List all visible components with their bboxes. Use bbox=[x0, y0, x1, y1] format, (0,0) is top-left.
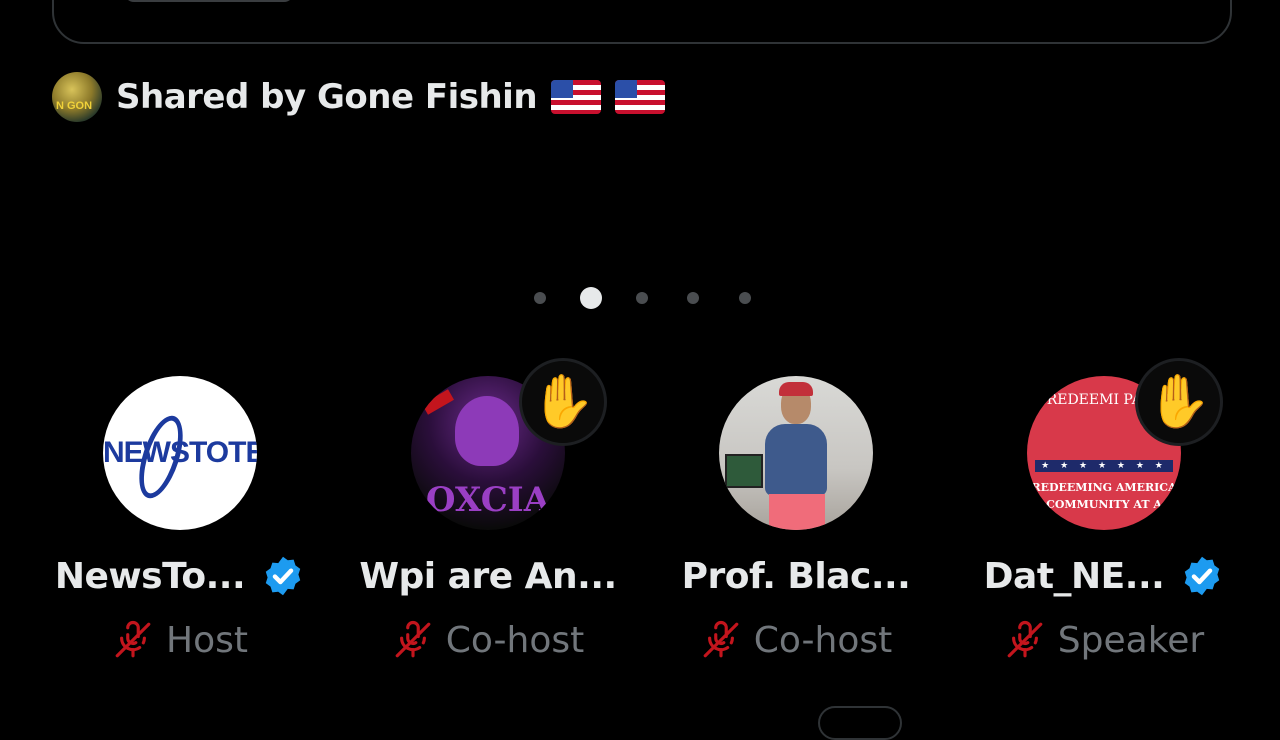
speaker-avatar[interactable] bbox=[719, 376, 873, 530]
mic-off-icon bbox=[115, 621, 151, 658]
space-card[interactable] bbox=[52, 0, 1232, 44]
shared-by-text: Shared by Gone Fishin bbox=[116, 77, 538, 117]
pagination-dot[interactable] bbox=[636, 292, 648, 304]
bottom-control-partial[interactable] bbox=[818, 706, 902, 740]
speaker-avatar[interactable]: NEWSTOTER bbox=[103, 376, 257, 530]
pagination-dot[interactable] bbox=[534, 292, 546, 304]
raised-hand-icon: ✋ bbox=[1135, 358, 1223, 446]
speaker-avatar[interactable]: REDEEMI PART ★ ★ ★ ★ ★ ★ ★ ★ ★ ★ ★ REDEE… bbox=[1027, 358, 1223, 530]
speaker-name: Wpi are An... bbox=[359, 555, 617, 597]
us-flag-icon bbox=[551, 80, 602, 114]
pagination-dot[interactable] bbox=[687, 292, 699, 304]
us-flag-icon bbox=[615, 80, 666, 114]
mic-off-icon bbox=[395, 621, 431, 658]
avatar-text-bottom: REDEEMING AMERICA COMMUNITY AT A bbox=[1031, 481, 1177, 511]
pagination-dot-active[interactable] bbox=[580, 287, 602, 309]
speaker-card[interactable]: REDEEMI PART ★ ★ ★ ★ ★ ★ ★ ★ ★ ★ ★ REDEE… bbox=[954, 358, 1254, 664]
mic-off-icon bbox=[703, 621, 739, 658]
mic-off-icon bbox=[1007, 621, 1043, 658]
speaker-avatar-image bbox=[719, 376, 873, 530]
speaker-name: Prof. Blac... bbox=[681, 555, 911, 597]
speaker-card[interactable]: NEWSTOTER NewsTo... Host bbox=[30, 376, 330, 664]
verified-badge-icon bbox=[265, 556, 301, 596]
pagination-dot[interactable] bbox=[739, 292, 751, 304]
sharer-avatar[interactable]: N GON bbox=[52, 72, 102, 122]
avatar-logo-text: OXCIA bbox=[425, 480, 551, 520]
speaker-role: Co-host bbox=[753, 619, 893, 661]
card-thumbnail bbox=[124, 0, 294, 2]
speaker-card[interactable]: Prof. Blac... Co-host bbox=[646, 376, 946, 664]
speaker-role: Host bbox=[166, 619, 248, 661]
speaker-name: Dat_NE... bbox=[983, 555, 1165, 597]
speaker-avatar-image: NEWSTOTER bbox=[103, 376, 257, 530]
verified-badge-icon bbox=[1185, 556, 1220, 596]
speaker-name: NewsTo... bbox=[54, 555, 246, 597]
raised-hand-icon: ✋ bbox=[519, 358, 607, 446]
speaker-role: Speaker bbox=[1057, 619, 1205, 661]
avatar-logo-text: NEWSTOTER bbox=[103, 436, 257, 469]
shared-by-row: N GON Shared by Gone Fishin bbox=[52, 72, 666, 122]
sharer-avatar-text: N GON bbox=[56, 100, 93, 112]
speaker-role: Co-host bbox=[445, 619, 585, 661]
speaker-avatar[interactable]: OXCIA ✋ bbox=[411, 358, 607, 530]
carousel-pagination bbox=[0, 287, 1280, 311]
speaker-card[interactable]: OXCIA ✋ Wpi are An... Co-host bbox=[338, 358, 638, 664]
